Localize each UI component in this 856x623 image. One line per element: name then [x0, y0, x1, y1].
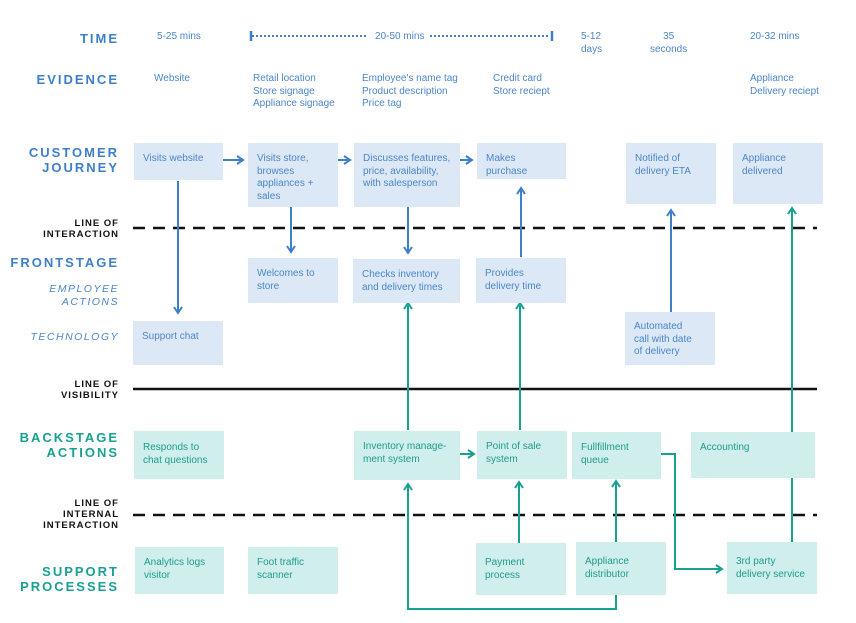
text-line: Appliance — [585, 556, 629, 567]
text-line: Accounting — [700, 442, 750, 453]
text-line: Provides — [485, 268, 524, 279]
text-line: 5-12 — [581, 31, 602, 42]
text-line: Store signage — [253, 85, 315, 97]
text-line: 3rd party — [736, 556, 776, 567]
text-line: Payment — [485, 557, 525, 568]
text-line: Website — [154, 73, 190, 84]
backstage-inventory-system[interactable]: Inventory manage- ment system — [354, 431, 460, 480]
text-line: chat questions — [143, 454, 208, 466]
text-line: distributor — [585, 568, 629, 580]
text-line: days — [581, 43, 603, 55]
text-line: Credit card — [493, 73, 542, 84]
employee-welcomes[interactable]: Welcomes to store — [248, 258, 338, 303]
text-line: 35 — [663, 31, 675, 42]
backstage-responds-chat[interactable]: Responds to chat questions — [134, 431, 224, 479]
text-line: delivered — [742, 165, 783, 177]
text-line: Notified of — [635, 153, 681, 164]
text-line: and delivery times — [362, 281, 443, 293]
text-line: visitor — [144, 569, 171, 581]
text-line: process — [485, 569, 521, 581]
text-line: delivery time — [485, 280, 542, 292]
text-line: Appliance — [742, 153, 786, 164]
time-3: 5-12 days — [581, 31, 602, 56]
text-line: Checks inventory — [362, 269, 439, 280]
text-line: seconds — [650, 43, 688, 55]
text-line: Analytics logs — [144, 557, 206, 568]
backstage-accounting[interactable]: Accounting — [691, 432, 815, 478]
text-line: Point of sale — [486, 441, 542, 452]
journey-appliance-delivered[interactable]: Appliance delivered — [733, 143, 823, 204]
evidence-1: Website — [154, 73, 190, 86]
text-line: system — [486, 453, 518, 465]
text-line: Visits website — [143, 153, 204, 164]
text-line: Appliance signage — [253, 98, 335, 109]
journey-visits-store[interactable]: Visits store, browses appliances + sales — [248, 143, 338, 207]
text-line: Foot traffic — [257, 557, 305, 568]
support-appliance-distributor[interactable]: Appliance distributor — [576, 542, 666, 595]
text-line: Delivery reciept — [750, 85, 819, 97]
text-line: Product description — [362, 85, 448, 97]
text-line: Store reciept — [493, 85, 550, 97]
journey-discusses-features[interactable]: Discusses features, price, availability,… — [354, 143, 460, 207]
text-line: call with date — [634, 333, 692, 345]
text-line: with salesperson — [363, 178, 438, 189]
text-line: appliances + — [257, 178, 314, 189]
support-analytics-logs[interactable]: Analytics logs visitor — [135, 547, 224, 594]
text-line: Automated — [634, 321, 683, 332]
time-5: 20-32 mins — [750, 31, 800, 42]
journey-notified-eta[interactable]: Notified of delivery ETA — [626, 143, 716, 204]
text-line: queue — [581, 454, 609, 466]
time-2: 20-50 mins — [375, 31, 425, 42]
journey-visits-website[interactable]: Visits website — [134, 143, 223, 180]
journey-makes-purchase[interactable]: Makes purchase — [477, 143, 566, 179]
text-line: ment system — [363, 453, 420, 465]
text-line: store — [257, 280, 280, 292]
text-line: Fullfillment — [581, 442, 629, 453]
text-line: price, availability, — [363, 165, 439, 177]
text-line: of delivery — [634, 346, 680, 357]
tech-support-chat[interactable]: Support chat — [133, 321, 223, 365]
support-payment-process[interactable]: Payment process — [476, 543, 566, 595]
backstage-fulfillment-queue[interactable]: Fullfillment queue — [572, 432, 661, 479]
support-foot-traffic[interactable]: Foot traffic scanner — [248, 547, 338, 594]
evidence-3: Employee's name tag Product description … — [362, 73, 458, 111]
text-line: Price tag — [362, 98, 402, 109]
text-line: delivery service — [736, 568, 805, 580]
text-line: Retail location — [253, 73, 316, 84]
text-line: delivery ETA — [635, 165, 691, 177]
time-4: 35 seconds — [650, 31, 687, 56]
employee-checks-inventory[interactable]: Checks inventory and delivery times — [353, 259, 460, 303]
backstage-point-of-sale[interactable]: Point of sale system — [477, 431, 567, 479]
evidence-4: Credit card Store reciept — [493, 73, 550, 98]
time-1: 5-25 mins — [157, 31, 201, 42]
employee-provides-delivery-time[interactable]: Provides delivery time — [476, 258, 566, 303]
text-line: Inventory manage- — [363, 441, 447, 452]
tech-automated-call[interactable]: Automated call with date of delivery — [625, 312, 715, 365]
text-line: Welcomes to — [257, 268, 315, 279]
text-line: Responds to — [143, 442, 200, 453]
text-line: Discusses features, — [363, 153, 451, 164]
evidence-5: Appliance Delivery reciept — [750, 73, 819, 98]
text-line: Makes purchase — [486, 153, 528, 177]
text-line: Visits store, — [257, 153, 309, 164]
text-line: sales — [257, 190, 281, 202]
text-line: Support chat — [142, 331, 199, 342]
evidence-2: Retail location Store signage Appliance … — [253, 73, 335, 111]
text-line: browses — [257, 165, 295, 177]
support-3rd-party-delivery[interactable]: 3rd party delivery service — [727, 542, 817, 594]
text-line: Employee's name tag — [362, 73, 458, 84]
text-line: Appliance — [750, 73, 794, 84]
text-line: scanner — [257, 569, 293, 581]
